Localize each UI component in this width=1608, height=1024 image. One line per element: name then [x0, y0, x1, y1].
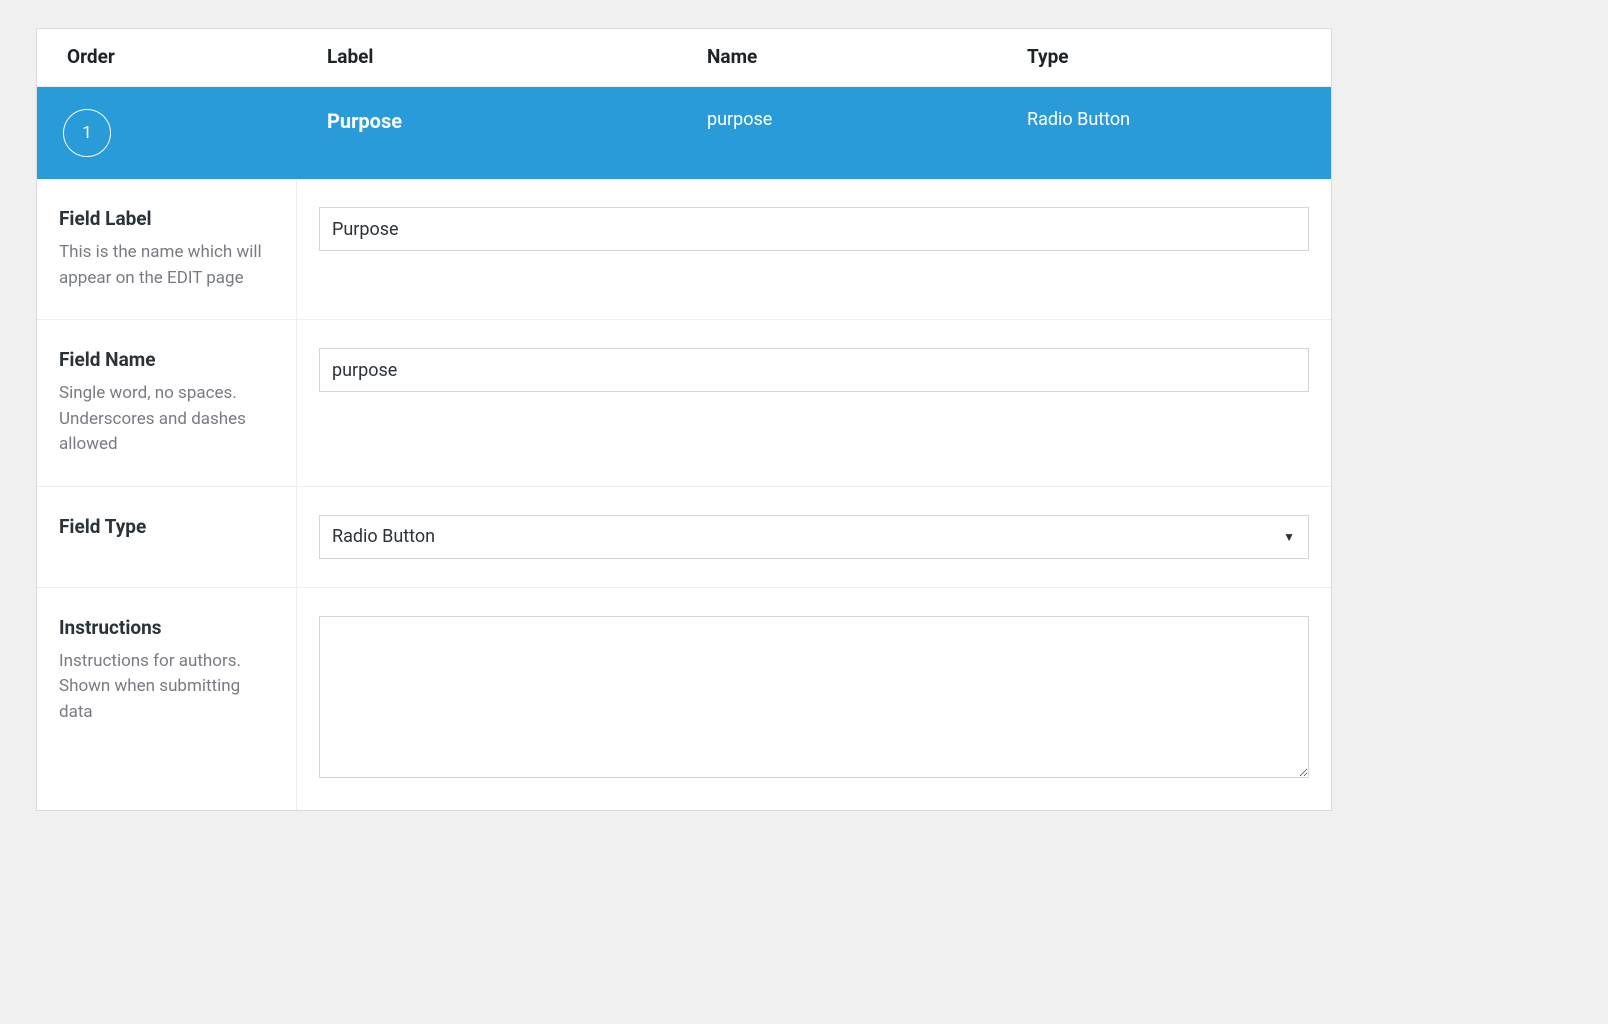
field-table-header: Order Label Name Type	[37, 29, 1331, 87]
field-type-cell: Radio Button	[997, 109, 1331, 130]
setting-desc: Single word, no spaces. Underscores and …	[59, 381, 274, 458]
field-label-input[interactable]	[319, 207, 1309, 251]
field-summary-row[interactable]: 1 Purpose purpose Radio Button	[37, 87, 1331, 179]
setting-meta-field-name: Field Name Single word, no spaces. Under…	[37, 320, 297, 487]
setting-meta-field-label: Field Label This is the name which will …	[37, 179, 297, 320]
field-label-cell[interactable]: Purpose	[297, 109, 677, 133]
setting-control-field-type: Radio Button ▼	[297, 487, 1331, 588]
setting-desc: This is the name which will appear on th…	[59, 240, 274, 291]
header-label: Label	[297, 45, 677, 68]
setting-meta-field-type: Field Type	[37, 487, 297, 588]
field-name-input[interactable]	[319, 348, 1309, 392]
field-group-panel: Order Label Name Type 1 Purpose purpose …	[36, 28, 1332, 811]
header-name: Name	[677, 45, 997, 68]
select-wrapper: Radio Button ▼	[319, 515, 1309, 559]
field-settings: Field Label This is the name which will …	[37, 179, 1331, 810]
setting-control-field-label	[297, 179, 1331, 320]
setting-title: Field Label	[59, 207, 274, 230]
header-type: Type	[997, 45, 1331, 68]
setting-meta-instructions: Instructions Instructions for authors. S…	[37, 588, 297, 810]
field-order-cell: 1	[37, 109, 297, 157]
setting-title: Field Type	[59, 515, 274, 538]
header-order: Order	[37, 45, 297, 68]
order-badge[interactable]: 1	[63, 109, 111, 157]
setting-control-field-name	[297, 320, 1331, 487]
field-name-cell: purpose	[677, 109, 997, 130]
setting-title: Field Name	[59, 348, 274, 371]
field-type-select[interactable]: Radio Button	[319, 515, 1309, 559]
instructions-textarea[interactable]	[319, 616, 1309, 778]
order-number: 1	[82, 123, 92, 143]
setting-desc: Instructions for authors. Shown when sub…	[59, 649, 274, 726]
setting-title: Instructions	[59, 616, 274, 639]
setting-control-instructions	[297, 588, 1331, 810]
